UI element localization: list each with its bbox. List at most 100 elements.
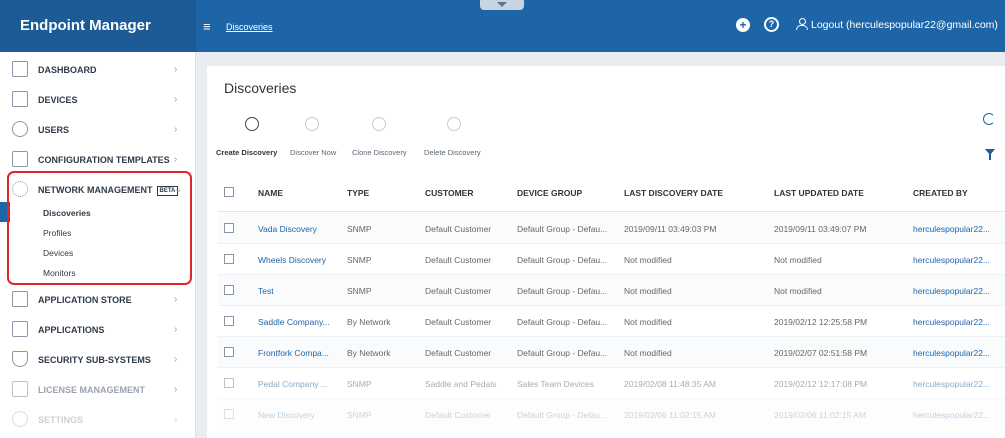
table-cell-last-updated-date: Not modified [774,286,822,296]
delete-discovery-icon[interactable] [447,117,461,131]
table-cell-name[interactable]: New Discovery [258,410,315,420]
sidebar-item-label: SETTINGS [38,415,84,425]
row-checkbox[interactable] [224,378,234,388]
sidebar-item-applications[interactable]: APPLICATIONS › [0,314,196,344]
table-cell-created-by[interactable]: herculespopular22... [913,255,990,265]
table-cell-device-group: Default Group - Defau... [517,317,608,327]
clone-discovery-button[interactable]: Clone Discovery [352,148,407,157]
app-title[interactable]: Endpoint Manager [0,0,196,52]
hamburger-menu-icon[interactable]: ≡ [203,19,211,34]
column-header-created-by[interactable]: CREATED BY [913,188,968,198]
shield-icon [12,351,28,367]
delete-discovery-button[interactable]: Delete Discovery [424,148,481,157]
table-cell-last-discovery-date: 2019/09/11 03:49:03 PM [624,224,717,234]
table-cell-device-group: Default Group - Defau... [517,410,608,420]
table-row[interactable]: Frontfork Compa... By Network Default Cust… [218,337,1005,368]
chevron-right-icon: › [174,64,178,75]
table-cell-type: By Network [347,348,391,358]
add-icon[interactable]: + [736,18,750,32]
table-cell-name[interactable]: Pedal Company ... [258,379,328,389]
discover-now-icon[interactable] [305,117,319,131]
table-cell-name[interactable]: Vada Discovery [258,224,317,234]
table-row[interactable]: Wheels Discovery SNMP Default Customer Defa… [218,244,1005,275]
clone-discovery-glyph [372,117,386,131]
sidebar-item-label: DASHBOARD [38,65,97,75]
sidebar-item-users[interactable]: USERS › [0,114,196,144]
create-discovery-button[interactable]: Create Discovery [216,148,277,157]
chevron-right-icon: › [174,384,178,395]
row-checkbox[interactable] [224,285,234,295]
table-cell-last-discovery-date: Not modified [624,348,672,358]
table-cell-created-by[interactable]: herculespopular22... [913,286,990,296]
table-cell-type: SNMP [347,224,372,234]
table-cell-last-discovery-date: Not modified [624,286,672,296]
table-cell-customer: Saddle and Pedals [425,379,497,389]
row-checkbox[interactable] [224,223,234,233]
sidebar-item-configuration-templates[interactable]: CONFIGURATION TEMPLATES › [0,144,196,174]
sidebar-item-label: APPLICATIONS [38,325,105,335]
table-cell-name[interactable]: Wheels Discovery [258,255,326,265]
highlight-box [7,171,192,285]
sidebar-item-settings[interactable]: SETTINGS › [0,404,196,434]
column-header-device-group[interactable]: DEVICE GROUP [517,188,582,198]
top-bar: Endpoint Manager ≡ Discoveries + ? Logou… [0,0,1005,52]
table-cell-type: By Network [347,317,391,327]
table-cell-created-by[interactable]: herculespopular22... [913,379,990,389]
table-cell-name[interactable]: Test [258,286,274,296]
table-cell-customer: Default Customer [425,286,492,296]
logout-label: Logout (herculespopular22@gmail.com) [811,19,998,31]
table-cell-device-group: Default Group - Defau... [517,348,608,358]
row-checkbox[interactable] [224,409,234,419]
store-icon [12,291,28,307]
column-header-name[interactable]: NAME [258,188,283,198]
sidebar-item-label: SECURITY SUB-SYSTEMS [38,355,151,365]
logout-link[interactable]: Logout (herculespopular22@gmail.com) [796,18,998,31]
column-header-last-updated-date[interactable]: LAST UPDATED DATE [774,188,864,198]
column-header-last-discovery-date[interactable]: LAST DISCOVERY DATE [624,188,723,198]
sidebar-item-security-sub-systems[interactable]: SECURITY SUB-SYSTEMS › [0,344,196,374]
table-cell-customer: Default Customer [425,224,492,234]
create-discovery-icon[interactable] [245,117,259,131]
row-checkbox[interactable] [224,254,234,264]
table-cell-last-updated-date: 2019/02/07 02:51:58 PM [774,348,868,358]
devices-icon [12,91,28,107]
table-cell-created-by[interactable]: herculespopular22... [913,317,990,327]
chevron-right-icon: › [174,324,178,335]
dashboard-icon [12,61,28,77]
sidebar-item-dashboard[interactable]: DASHBOARD › [0,54,196,84]
row-checkbox[interactable] [224,347,234,357]
table-cell-name[interactable]: Frontfork Compa... [258,348,329,358]
refresh-icon[interactable] [983,113,995,125]
table-row[interactable]: Saddle Company... By Network Default Custo… [218,306,1005,337]
gear-icon [12,411,28,427]
table-row[interactable]: New Discovery SNMP Default Customer Default… [218,399,1005,430]
table-row[interactable]: Test SNMP Default Customer Default Group - … [218,275,1005,306]
table-cell-last-discovery-date: 2019/02/06 11:02:15 AM [624,410,717,420]
sidebar-item-application-store[interactable]: APPLICATION STORE › [0,284,196,314]
table-cell-name[interactable]: Saddle Company... [258,317,330,327]
table-cell-customer: Default Customer [425,255,492,265]
table-cell-customer: Default Customer [425,410,492,420]
sidebar-item-license-management[interactable]: LICENSE MANAGEMENT › [0,374,196,404]
table-cell-last-discovery-date: 2019/02/08 11:48:35 AM [624,379,717,389]
chevron-right-icon: › [174,154,178,165]
breadcrumb[interactable]: Discoveries [226,22,273,32]
chevron-right-icon: › [174,94,178,105]
table-cell-created-by[interactable]: herculespopular22... [913,348,990,358]
sidebar-item-devices[interactable]: DEVICES › [0,84,196,114]
table-row[interactable]: Vada Discovery SNMP Default Customer Defaul… [218,213,1005,244]
filter-icon[interactable] [985,149,995,160]
clone-discovery-icon[interactable] [372,117,386,131]
collapse-header-tab[interactable] [480,0,524,10]
table-row[interactable]: Pedal Company ... SNMP Saddle and Pedals Sa… [218,368,1005,399]
table-cell-created-by[interactable]: herculespopular22... [913,224,990,234]
table-cell-created-by[interactable]: herculespopular22... [913,410,990,420]
discover-now-button[interactable]: Discover Now [290,148,336,157]
table-cell-last-discovery-date: Not modified [624,255,672,265]
column-header-customer[interactable]: CUSTOMER [425,188,474,198]
sidebar-item-label: LICENSE MANAGEMENT [38,385,146,395]
row-checkbox[interactable] [224,316,234,326]
help-icon[interactable]: ? [764,17,779,32]
column-header-type[interactable]: TYPE [347,188,369,198]
select-all-checkbox[interactable] [224,187,234,197]
